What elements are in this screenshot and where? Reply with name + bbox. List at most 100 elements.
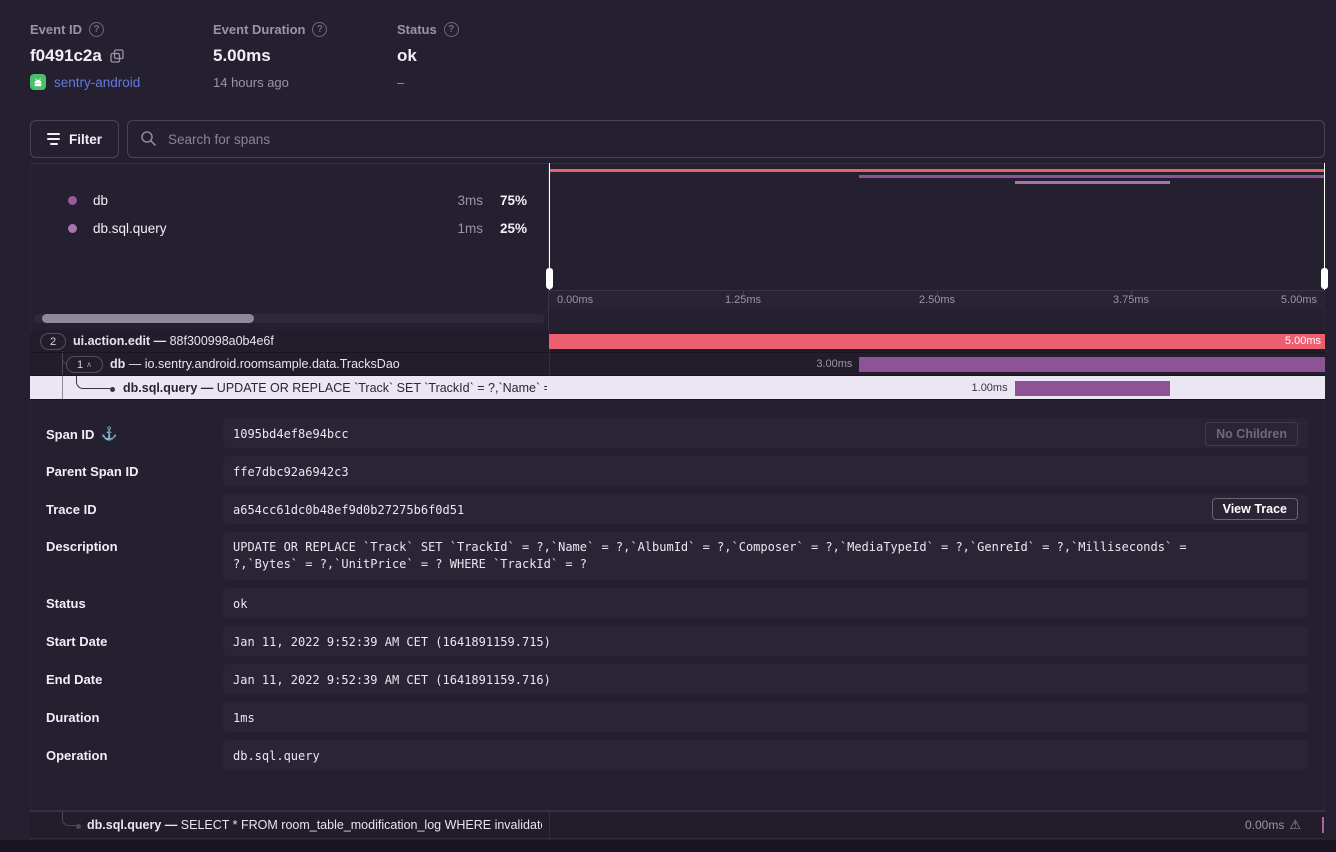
op-duration: 3ms: [410, 193, 483, 208]
detail-label: Status: [46, 596, 86, 611]
minimap-bar-ui-action-edit: [549, 169, 1325, 172]
tree-connector-curve: [76, 376, 110, 389]
viewport-handle-left[interactable]: [546, 268, 553, 289]
copy-icon[interactable]: [110, 49, 124, 63]
minimap-bar-db: [859, 175, 1325, 178]
op-duration: 1ms: [410, 221, 483, 236]
detail-row-duration: Duration 1ms: [0, 702, 1336, 732]
children-count-badge[interactable]: 1 ∧: [66, 356, 103, 373]
help-icon[interactable]: ?: [89, 22, 104, 37]
span-id-value: 1095bd4ef8e94bcc No Children: [223, 418, 1308, 448]
android-platform-icon: [30, 74, 46, 90]
project-link[interactable]: sentry-android: [54, 75, 140, 90]
detail-label: Duration: [46, 710, 99, 725]
time-axis: 0.00ms 1.25ms 2.50ms 3.75ms 5.00ms: [549, 290, 1325, 308]
view-trace-button[interactable]: View Trace: [1212, 498, 1298, 520]
axis-tick: 3.75ms: [1113, 294, 1149, 306]
filter-button[interactable]: Filter: [30, 120, 119, 158]
span-op: db: [110, 357, 125, 371]
axis-tick: 2.50ms: [919, 294, 955, 306]
span-detail-view: Event ID ? f0491c2a sentry-android: [0, 0, 1336, 852]
horizontal-scrollbar-thumb[interactable]: [42, 314, 254, 323]
axis-tick: 0.00ms: [557, 294, 593, 306]
horizontal-scrollbar-track[interactable]: [34, 314, 545, 323]
tree-connector-curve: [62, 812, 76, 826]
span-details: Span ID ⚓ 1095bd4ef8e94bcc No Children P…: [0, 418, 1336, 778]
span-duration: 5.00ms: [1285, 334, 1321, 349]
span-duration: 3.00ms: [816, 353, 852, 376]
chevron-up-icon: ∧: [86, 361, 92, 369]
status-label: Status: [397, 22, 437, 37]
legend-item-db-sql-query[interactable]: db.sql.query 1ms 25%: [30, 214, 548, 242]
span-tree: 2 ui.action.edit — 88f300998a0b4e6f 5.00…: [30, 330, 1325, 400]
separator: —: [154, 334, 167, 348]
span-desc: io.sentry.android.roomsample.data.Tracks…: [145, 357, 400, 371]
event-duration-column: Event Duration ? 5.00ms 14 hours ago: [213, 22, 327, 90]
span-track: 1.00ms: [549, 376, 1325, 399]
tree-connector-dot: [110, 387, 115, 392]
axis-tick: 5.00ms: [1281, 294, 1317, 306]
op-percentage: 25%: [490, 221, 527, 236]
event-id-label: Event ID: [30, 22, 82, 37]
status-sub: –: [397, 75, 459, 90]
detail-row-trace-id: Trace ID a654cc61dc0b48ef9d0b27275b6f0d5…: [0, 494, 1336, 524]
event-id-column: Event ID ? f0491c2a sentry-android: [30, 22, 140, 90]
end-date-value: Jan 11, 2022 9:52:39 AM CET (1641891159.…: [223, 664, 1308, 694]
detail-label: Start Date: [46, 634, 107, 649]
axis-tick: 1.25ms: [725, 294, 761, 306]
event-duration-value: 5.00ms: [213, 46, 271, 66]
detail-row-end-date: End Date Jan 11, 2022 9:52:39 AM CET (16…: [0, 664, 1336, 694]
span-bar[interactable]: 5.00ms: [549, 334, 1325, 349]
span-desc: SELECT * FROM room_table_modification_lo…: [181, 818, 542, 832]
span-track: 3.00ms: [549, 353, 1325, 375]
legend-item-db[interactable]: db 3ms 75%: [30, 186, 548, 214]
viewport-handle-right[interactable]: [1321, 268, 1328, 289]
status-column: Status ? ok –: [397, 22, 459, 90]
event-age: 14 hours ago: [213, 75, 327, 90]
warning-icon: ⚠: [1289, 817, 1301, 833]
event-duration-label: Event Duration: [213, 22, 305, 37]
separator: —: [165, 818, 178, 832]
no-children-badge[interactable]: No Children: [1205, 422, 1298, 446]
event-id-value: f0491c2a: [30, 46, 102, 66]
detail-row-description: Description UPDATE OR REPLACE `Track` SE…: [0, 532, 1336, 580]
span-bar[interactable]: [859, 357, 1325, 372]
detail-label: Parent Span ID: [46, 464, 138, 479]
detail-row-operation: Operation db.sql.query: [0, 740, 1336, 770]
detail-row-parent-span-id: Parent Span ID ffe7dbc92a6942c3: [0, 456, 1336, 486]
tree-connector: [62, 376, 63, 399]
detail-label: Span ID: [46, 427, 94, 442]
filter-icon: [47, 133, 60, 145]
bottom-strip: [0, 840, 1336, 852]
span-op: db.sql.query: [123, 381, 197, 395]
detail-label: End Date: [46, 672, 102, 687]
op-name: db: [93, 193, 108, 208]
status-value: ok: [397, 46, 417, 66]
children-count-badge[interactable]: 2: [40, 333, 66, 350]
span-row-db[interactable]: 1 ∧ db — io.sentry.android.roomsample.da…: [30, 353, 1325, 376]
span-duration: 0.00ms: [1245, 818, 1284, 832]
parent-span-id-value: ffe7dbc92a6942c3: [223, 456, 1308, 486]
column-divider: [549, 812, 550, 838]
zero-duration-span-tick: [1322, 817, 1324, 833]
operation-value: db.sql.query: [223, 740, 1308, 770]
span-row-ui-action-edit[interactable]: 2 ui.action.edit — 88f300998a0b4e6f 5.00…: [30, 330, 1325, 353]
anchor-icon[interactable]: ⚓: [101, 426, 117, 442]
operations-breakdown: db 3ms 75% db.sql.query 1ms 25%: [30, 163, 549, 330]
span-track: 5.00ms: [549, 330, 1325, 352]
trace-minimap[interactable]: [549, 163, 1325, 290]
trace-id-value: a654cc61dc0b48ef9d0b27275b6f0d51 View Tr…: [223, 494, 1308, 524]
help-icon[interactable]: ?: [312, 22, 327, 37]
span-op: db.sql.query: [87, 818, 161, 832]
search-input[interactable]: [127, 120, 1325, 158]
span-bar[interactable]: [1015, 381, 1170, 396]
toolbar: Filter: [30, 120, 1325, 158]
minimap-bar-db-sql-query: [1015, 181, 1170, 184]
detail-row-span-id: Span ID ⚓ 1095bd4ef8e94bcc No Children: [0, 418, 1336, 448]
span-row-db-sql-query-selected[interactable]: db.sql.query — UPDATE OR REPLACE `Track`…: [30, 376, 1325, 400]
help-icon[interactable]: ?: [444, 22, 459, 37]
search-icon: [140, 130, 157, 147]
start-date-value: Jan 11, 2022 9:52:39 AM CET (1641891159.…: [223, 626, 1308, 656]
span-op: ui.action.edit: [73, 334, 150, 348]
span-row-db-sql-query-select[interactable]: db.sql.query — SELECT * FROM room_table_…: [30, 811, 1325, 839]
